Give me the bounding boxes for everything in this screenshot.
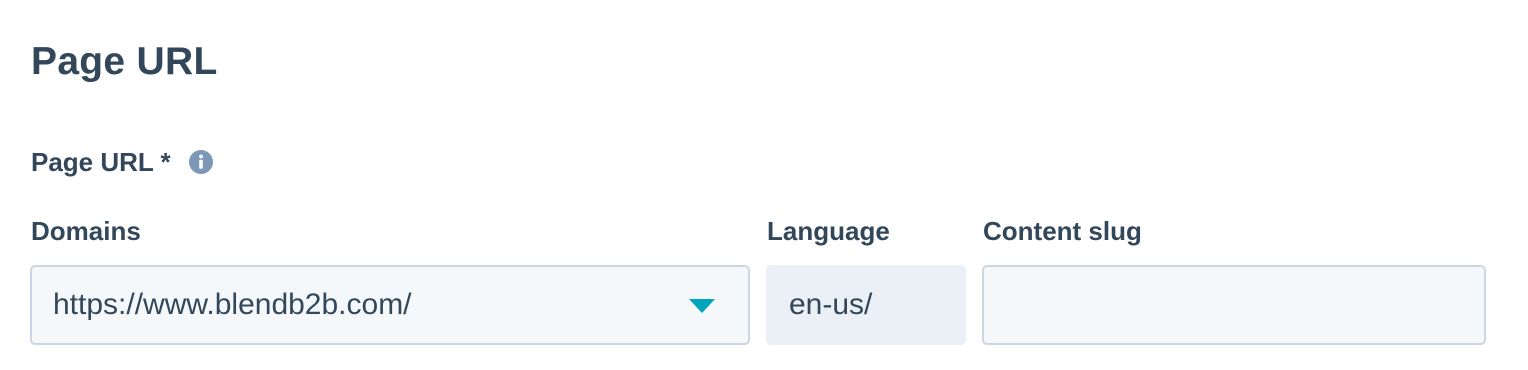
domains-select[interactable]: https://www.blendb2b.com/ xyxy=(30,265,750,345)
language-label: Language xyxy=(767,216,890,246)
domains-label: Domains xyxy=(31,216,141,246)
info-icon[interactable] xyxy=(188,150,213,174)
content-slug-label: Content slug xyxy=(983,216,1142,246)
caret-down-icon xyxy=(689,299,715,313)
section-title: Page URL xyxy=(31,40,218,83)
content-slug-input[interactable] xyxy=(982,265,1486,345)
domains-selected-value: https://www.blendb2b.com/ xyxy=(53,288,412,321)
language-field: en-us/ xyxy=(766,265,966,345)
language-value: en-us/ xyxy=(789,288,873,321)
page-url-label: Page URL * xyxy=(31,146,171,177)
page-url-label-row: Page URL * xyxy=(31,144,213,180)
